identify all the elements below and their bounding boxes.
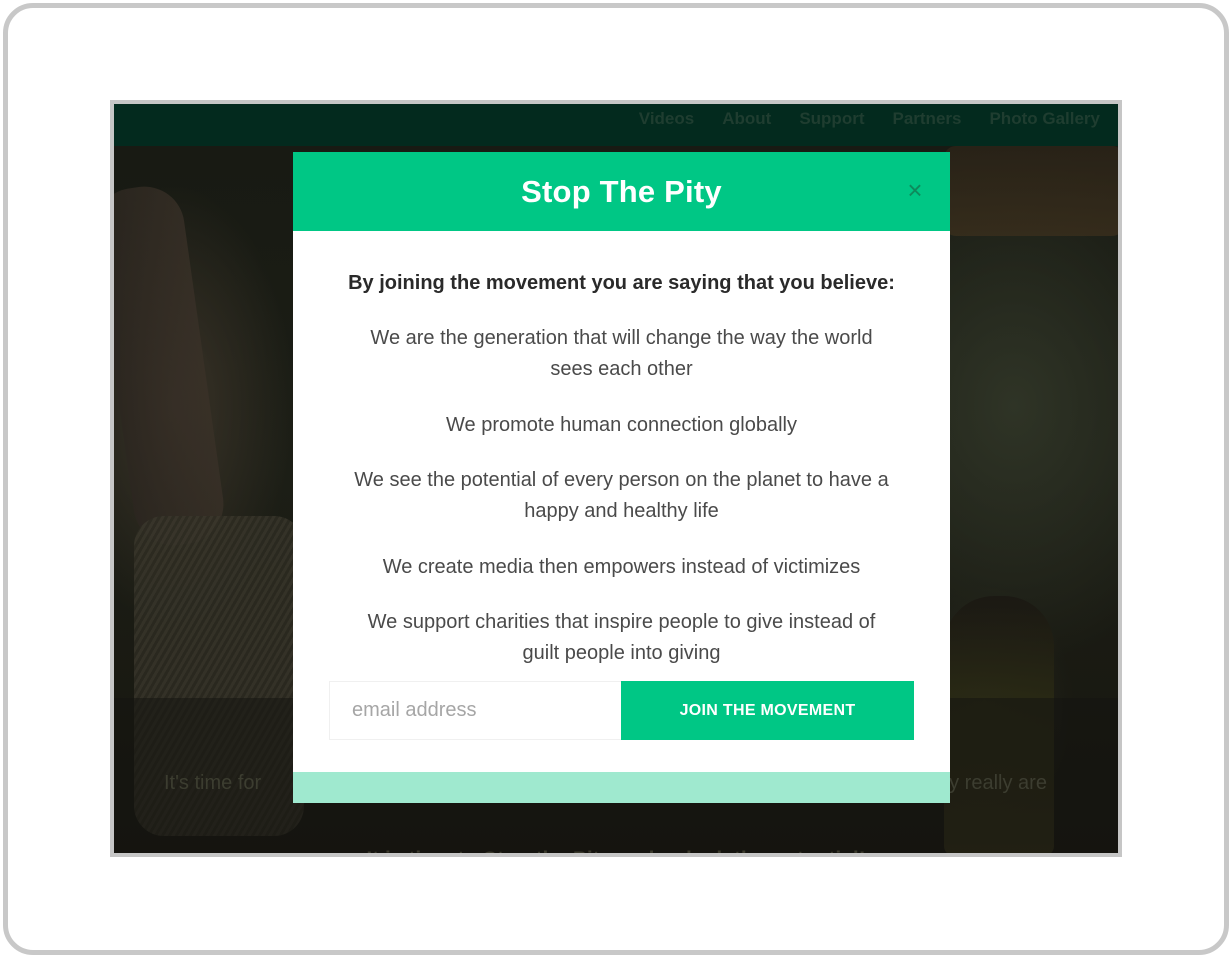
hero-bg-arm [114, 181, 229, 551]
signup-form: JOIN THE MOVEMENT [329, 681, 914, 740]
nav-item-videos[interactable]: Videos [639, 109, 694, 129]
modal-header: Stop The Pity × [293, 152, 950, 231]
modal-lead-text: By joining the movement you are saying t… [348, 272, 895, 294]
belief-item: We create media then empowers instead of… [382, 556, 861, 578]
hero-subtext-right: ey really are [938, 772, 1047, 794]
modal-body: By joining the movement you are saying t… [293, 231, 950, 772]
belief-item: We support charities that inspire people… [367, 611, 876, 664]
nav-item-partners[interactable]: Partners [892, 109, 961, 129]
close-icon[interactable]: × [904, 177, 926, 203]
hero-tagline: It is time to Stop the Pity and unlock t… [114, 848, 1118, 853]
site-nav: Videos About Support Partners Photo Gall… [114, 104, 1118, 146]
join-movement-button[interactable]: JOIN THE MOVEMENT [621, 681, 914, 740]
belief-item: We promote human connection globally [446, 414, 797, 436]
nav-item-photo-gallery[interactable]: Photo Gallery [989, 109, 1100, 129]
modal-title: Stop The Pity [521, 173, 722, 209]
modal-footer-bar [293, 772, 950, 803]
email-field[interactable] [329, 681, 621, 740]
signup-modal: Stop The Pity × By joining the movement … [293, 152, 950, 803]
nav-item-about[interactable]: About [722, 109, 771, 129]
nav-item-support[interactable]: Support [799, 109, 864, 129]
belief-item: We are the generation that will change t… [370, 327, 873, 380]
hero-bg-log [944, 146, 1118, 236]
hero-subtext-left: It's time for [164, 772, 262, 794]
belief-item: We see the potential of every person on … [354, 469, 889, 522]
